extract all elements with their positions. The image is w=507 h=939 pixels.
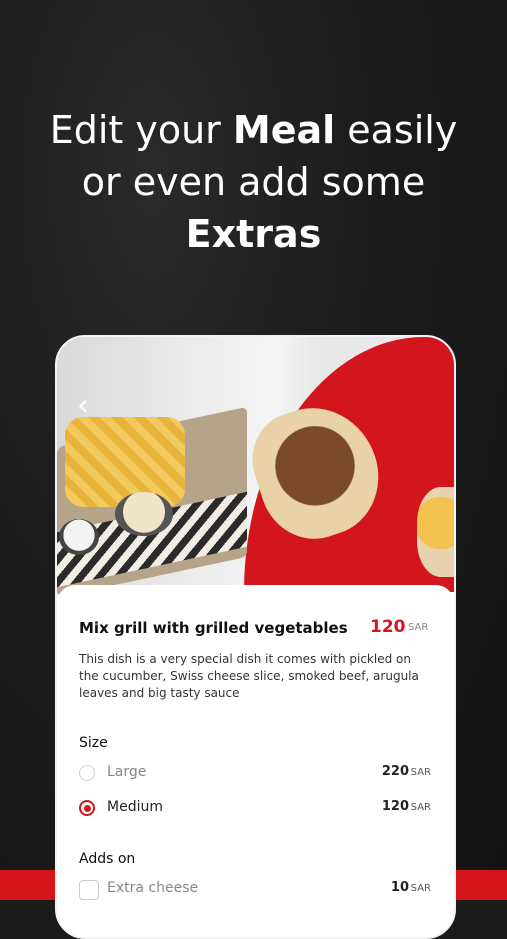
addon-option-label: Extra cheese (107, 880, 199, 896)
addon-option-extra-cheese[interactable]: Extra cheese 10 SAR (79, 878, 431, 902)
checkbox-icon[interactable] (79, 880, 99, 900)
chevron-left-icon: ‹ (77, 388, 89, 423)
wrap-image-2 (417, 487, 454, 577)
radio-icon[interactable] (79, 765, 95, 781)
back-button[interactable]: ‹ (77, 391, 101, 421)
size-option-currency: SAR (410, 767, 431, 778)
hero-image: ‹ (57, 337, 454, 598)
headline-text-1: Edit your (49, 108, 233, 152)
size-option-medium[interactable]: Medium 120 SAR (79, 797, 431, 821)
headline-bold-extras: Extras (185, 212, 322, 256)
size-option-price: 220 (381, 764, 409, 779)
item-details-sheet: Mix grill with grilled vegetables 120 SA… (57, 585, 454, 937)
size-option-large[interactable]: Large 220 SAR (79, 762, 431, 786)
size-option-label: Large (107, 764, 147, 780)
headline-text-3: or even add some (81, 160, 426, 204)
fries-image (65, 417, 185, 507)
phone-mockup: ‹ Mix grill with grilled vegetables 120 … (55, 335, 456, 939)
addons-section-label: Adds on (79, 851, 136, 867)
item-currency: SAR (408, 622, 429, 633)
headline-text-2: easily (335, 108, 458, 152)
promo-headline: Edit your Meal easily or even add some E… (0, 104, 507, 260)
dip-sauce-image-2 (59, 519, 99, 555)
size-option-label: Medium (107, 799, 163, 815)
size-option-currency: SAR (410, 802, 431, 813)
headline-bold-meal: Meal (232, 108, 336, 152)
addon-option-currency: SAR (410, 883, 431, 894)
addon-option-price: 10 (390, 880, 409, 895)
item-description: This dish is a very special dish it come… (79, 652, 419, 700)
radio-selected-icon[interactable] (79, 800, 95, 816)
item-price: 120 (370, 617, 406, 637)
dip-sauce-image (115, 492, 173, 536)
item-title: Mix grill with grilled vegetables (79, 619, 348, 637)
size-option-price: 120 (381, 799, 409, 814)
size-section-label: Size (79, 735, 108, 751)
